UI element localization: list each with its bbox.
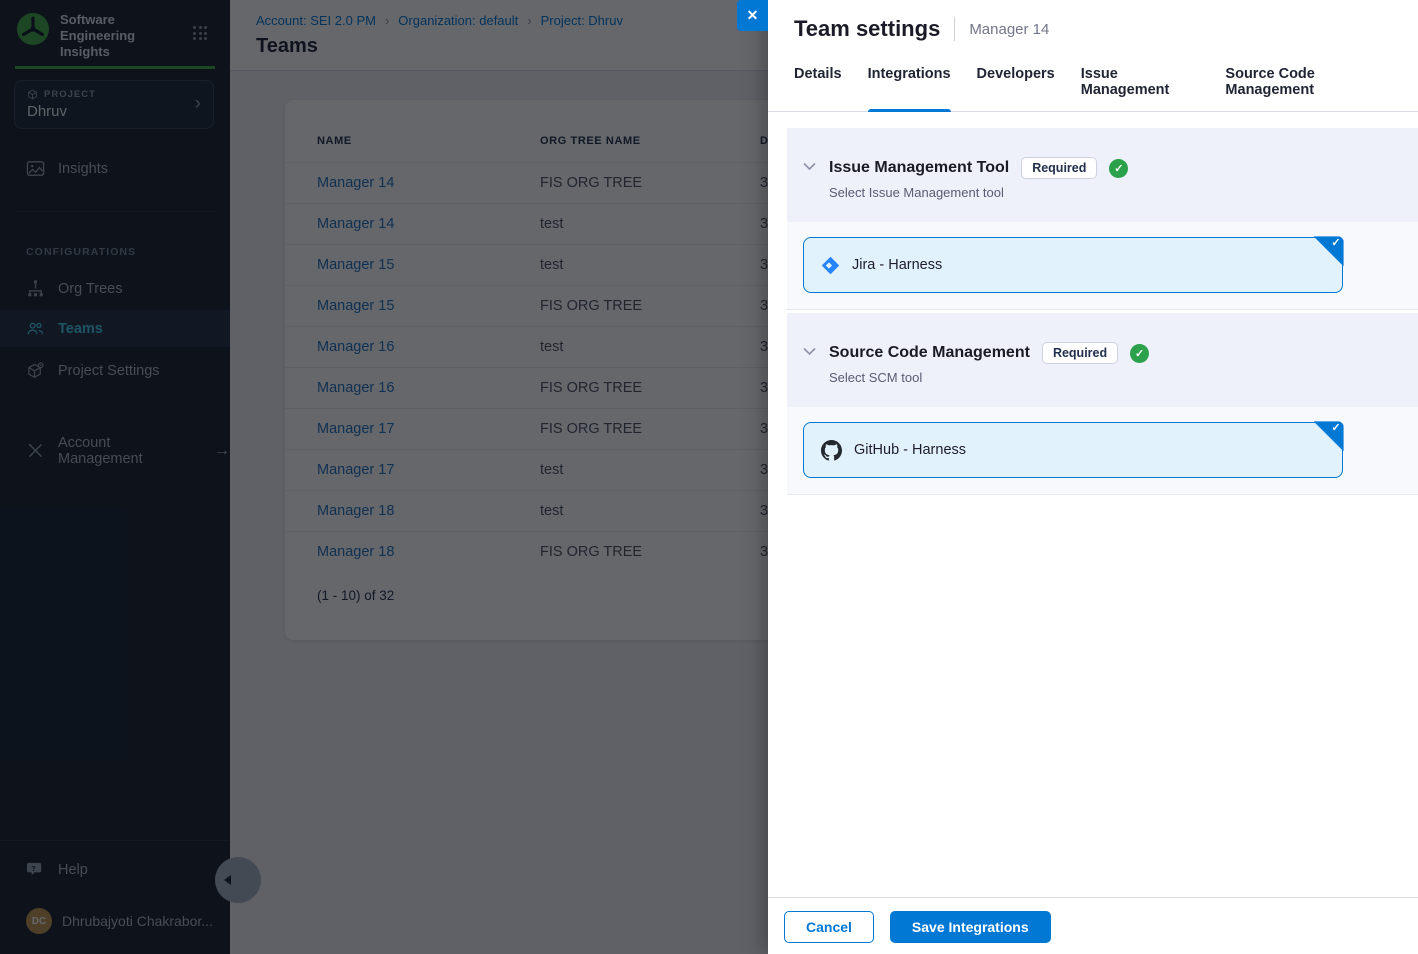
- integration-name: Jira - Harness: [852, 257, 942, 273]
- drawer-tabs: Details Integrations Developers Issue Manag…: [768, 54, 1418, 112]
- section-title: Source Code Management: [829, 344, 1030, 362]
- tab-issue-management[interactable]: Issue Management: [1081, 54, 1200, 111]
- chevron-down-icon[interactable]: [803, 162, 816, 171]
- cancel-button[interactable]: Cancel: [784, 911, 874, 943]
- close-icon[interactable]: ✕: [737, 0, 768, 31]
- tab-source-code-management[interactable]: Source Code Management: [1225, 54, 1392, 111]
- drawer-body: Issue Management Tool Required ✓ Select …: [768, 112, 1418, 897]
- title-divider: [954, 17, 955, 41]
- drawer-header: Team settings Manager 14: [768, 0, 1418, 42]
- section-source-code-management: Source Code Management Required ✓ Select…: [787, 313, 1418, 407]
- drawer-team-name: Manager 14: [969, 21, 1049, 38]
- chevron-down-icon[interactable]: [803, 347, 816, 356]
- jira-icon: [821, 256, 840, 275]
- section-issue-management-tool: Issue Management Tool Required ✓ Select …: [787, 128, 1418, 222]
- drawer-title: Team settings: [794, 16, 940, 42]
- team-settings-drawer: ✕ Team settings Manager 14 DetailsIntegr…: [768, 0, 1418, 954]
- tab-integrations[interactable]: Integrations: [868, 54, 951, 111]
- integration-name: GitHub - Harness: [854, 442, 966, 458]
- save-integrations-button[interactable]: Save Integrations: [890, 911, 1051, 943]
- integration-card-row: GitHub - Harness ✓: [787, 407, 1418, 495]
- integration-card-jira[interactable]: Jira - Harness ✓: [803, 237, 1343, 293]
- section-subtitle: Select SCM tool: [829, 370, 1149, 385]
- integration-card-github[interactable]: GitHub - Harness ✓: [803, 422, 1343, 478]
- check-circle-icon: ✓: [1109, 159, 1128, 178]
- tab-details[interactable]: Details: [794, 54, 842, 111]
- check-circle-icon: ✓: [1130, 344, 1149, 363]
- section-subtitle: Select Issue Management tool: [829, 185, 1128, 200]
- selected-corner-check-icon: ✓: [1314, 421, 1344, 451]
- section-title: Issue Management Tool: [829, 159, 1009, 177]
- required-badge: Required: [1042, 342, 1118, 364]
- tab-developers[interactable]: Developers: [977, 54, 1055, 111]
- selected-corner-check-icon: ✓: [1314, 236, 1344, 266]
- github-icon: [821, 440, 842, 461]
- drawer-footer: Cancel Save Integrations: [768, 897, 1418, 954]
- integration-card-row: Jira - Harness ✓: [787, 222, 1418, 310]
- required-badge: Required: [1021, 157, 1097, 179]
